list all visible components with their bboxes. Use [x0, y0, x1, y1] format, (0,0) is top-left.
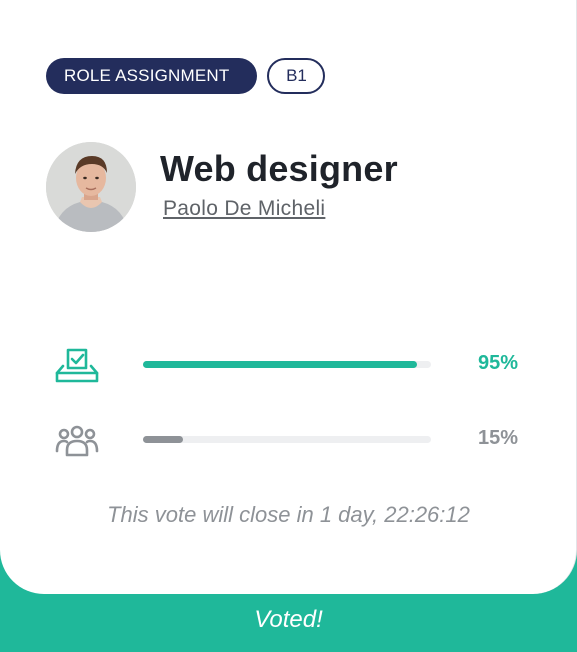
ballot-vote-percent: 95%: [477, 352, 518, 374]
avatar-photo: [46, 142, 136, 232]
vote-row-group: 15%: [55, 421, 525, 461]
ballot-box-icon: [55, 348, 99, 383]
group-users-icon: [55, 425, 99, 457]
group-vote-bar: [143, 436, 431, 443]
group-vote-bar-fill: [143, 436, 184, 443]
avatar: [46, 142, 136, 232]
role-title: Web designer: [160, 148, 398, 189]
vote-row-ballot: 95%: [55, 346, 525, 386]
person-name-link[interactable]: Paolo De Micheli: [163, 197, 325, 221]
vote-closing-countdown: This vote will close in 1 day, 22:26:12: [107, 502, 470, 527]
level-tag: B1: [267, 58, 326, 94]
ballot-vote-bar: [143, 361, 431, 368]
voted-status: Voted!: [254, 606, 323, 633]
tag-row: ROLE ASSIGNMENT B1: [46, 58, 326, 94]
group-vote-percent: 15%: [477, 427, 518, 449]
role-assignment-tag: ROLE ASSIGNMENT: [46, 58, 258, 94]
ballot-vote-bar-fill: [143, 361, 417, 368]
role-assignment-card: ROLE ASSIGNMENT B1 Web designer Paolo De…: [0, 0, 577, 594]
